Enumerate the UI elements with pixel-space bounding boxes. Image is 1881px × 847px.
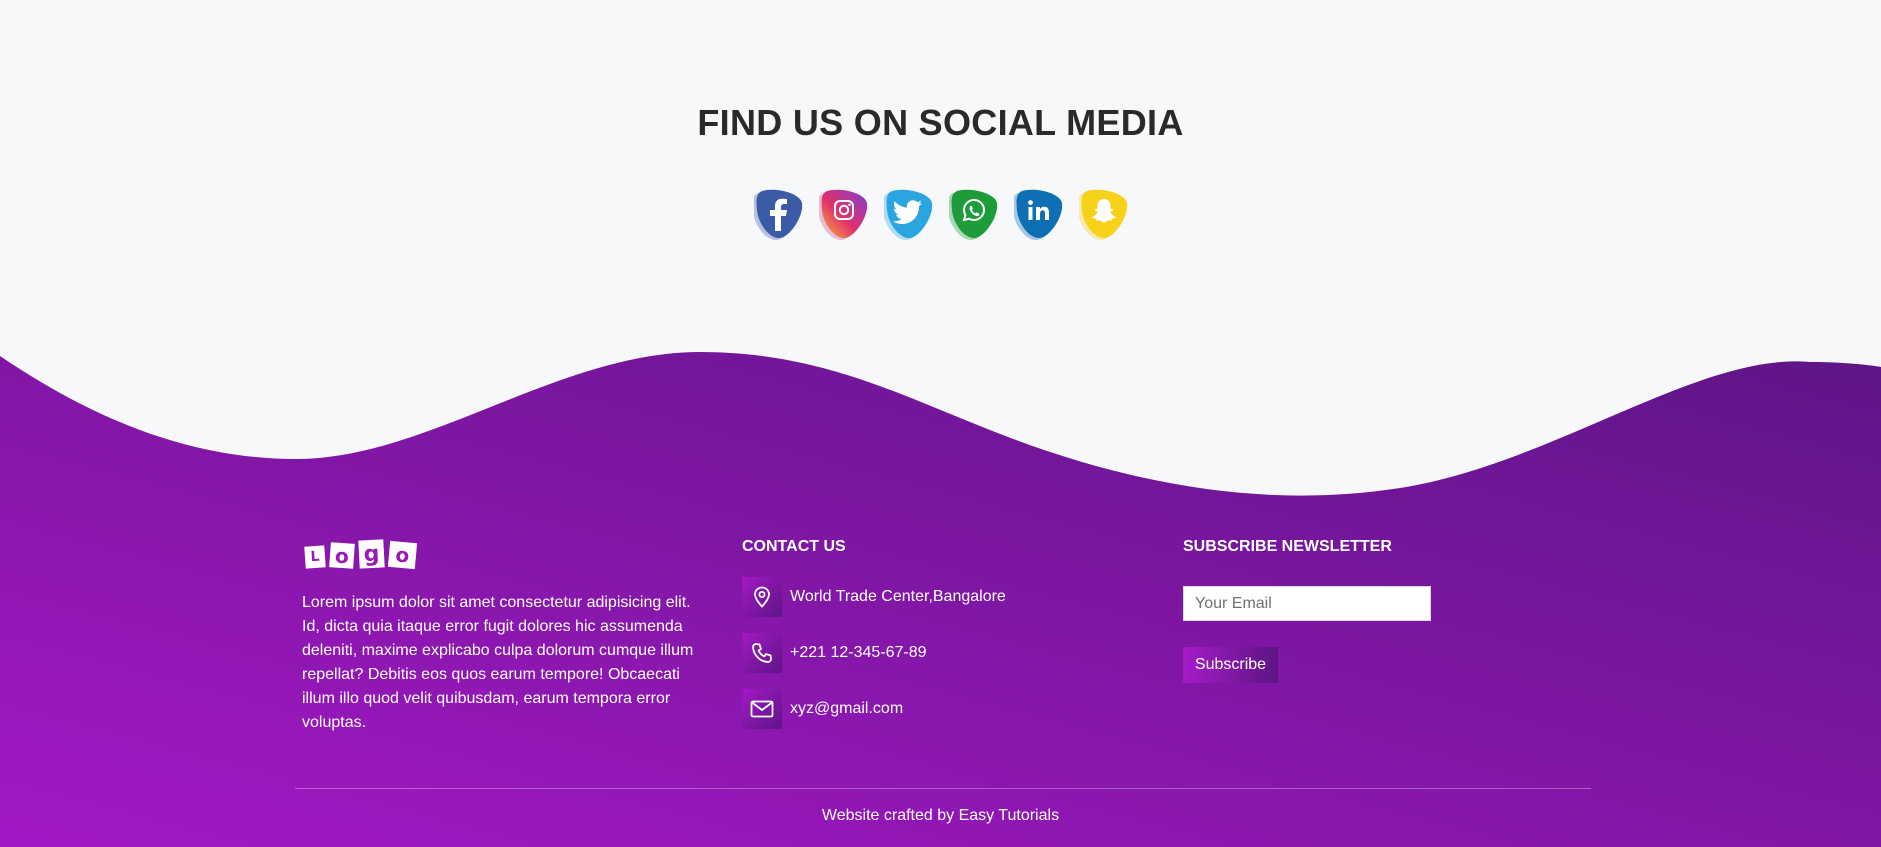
logo-letter: g	[358, 539, 385, 569]
contact-address: World Trade Center,Bangalore	[742, 577, 1006, 617]
location-pin-icon	[742, 577, 782, 617]
contact-heading: CONTACT US	[742, 538, 846, 555]
footer-logo[interactable]: L o g o	[304, 539, 418, 570]
footer-divider	[295, 788, 1591, 789]
contact-email-text: xyz@gmail.com	[790, 700, 904, 717]
footer: L o g o Lorem ipsum dolor sit amet conse…	[0, 0, 1881, 847]
contact-phone-text: +221 12-345-67-89	[790, 644, 927, 661]
about-text: Lorem ipsum dolor sit amet consectetur a…	[302, 594, 694, 731]
mail-icon	[742, 689, 782, 729]
subscribe-button[interactable]: Subscribe	[1183, 647, 1278, 683]
logo-letter: L	[304, 545, 326, 569]
newsletter-email-input[interactable]	[1183, 586, 1431, 621]
logo-letter: o	[329, 542, 355, 569]
phone-icon	[742, 633, 782, 673]
contact-email: xyz@gmail.com	[742, 689, 903, 729]
footer-credit: Website crafted by Easy Tutorials	[821, 807, 1060, 824]
contact-phone: +221 12-345-67-89	[742, 633, 927, 673]
logo-letter: o	[387, 540, 418, 570]
contact-address-text: World Trade Center,Bangalore	[790, 588, 1006, 605]
newsletter-heading: SUBSCRIBE NEWSLETTER	[1183, 538, 1392, 555]
